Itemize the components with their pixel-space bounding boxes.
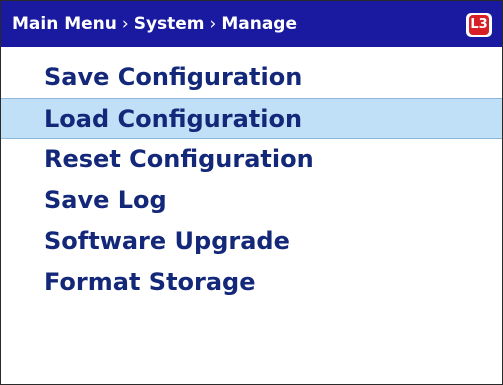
menu-item-save-log[interactable]: Save Log — [1, 180, 502, 221]
title-bar: Main Menu › System › Manage L3 — [1, 1, 502, 47]
breadcrumb: Main Menu › System › Manage — [12, 11, 297, 37]
menu-item-software-upgrade[interactable]: Software Upgrade — [1, 221, 502, 262]
breadcrumb-item-system: System — [133, 14, 205, 34]
breadcrumb-separator: › — [121, 14, 129, 34]
menu-item-load-configuration[interactable]: Load Configuration — [1, 98, 502, 139]
breadcrumb-item-main-menu: Main Menu — [12, 14, 117, 34]
menu-item-reset-configuration[interactable]: Reset Configuration — [1, 139, 502, 180]
menu-screen: Main Menu › System › Manage L3 Save Configur… — [0, 0, 503, 385]
menu-item-save-configuration[interactable]: Save Configuration — [1, 57, 502, 98]
menu-item-format-storage[interactable]: Format Storage — [1, 262, 502, 303]
l3-logo: L3 — [466, 13, 492, 37]
manage-menu: Save Configuration Load Configuration Re… — [1, 57, 502, 303]
logo-mark: L3 — [469, 15, 489, 35]
breadcrumb-item-manage: Manage — [221, 14, 298, 34]
logo-text: L3 — [470, 17, 488, 32]
breadcrumb-separator: › — [209, 14, 217, 34]
